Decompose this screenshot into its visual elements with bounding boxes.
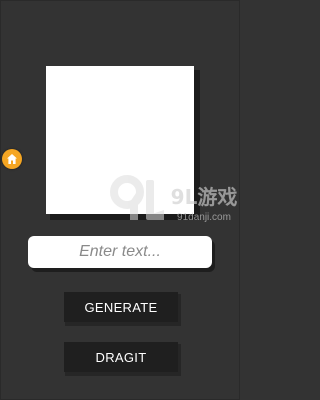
side-home-button[interactable] <box>2 149 22 169</box>
watermark-logo-text: 9L游戏 <box>171 185 238 209</box>
text-input[interactable] <box>28 236 212 268</box>
home-icon <box>7 154 17 164</box>
watermark-site-text: 91danji.com <box>177 212 231 223</box>
generate-button[interactable]: GENERATE <box>64 292 178 322</box>
dragit-button[interactable]: DRAGIT <box>64 342 178 372</box>
watermark-logo: 9L游戏 91danji.com <box>110 175 238 223</box>
